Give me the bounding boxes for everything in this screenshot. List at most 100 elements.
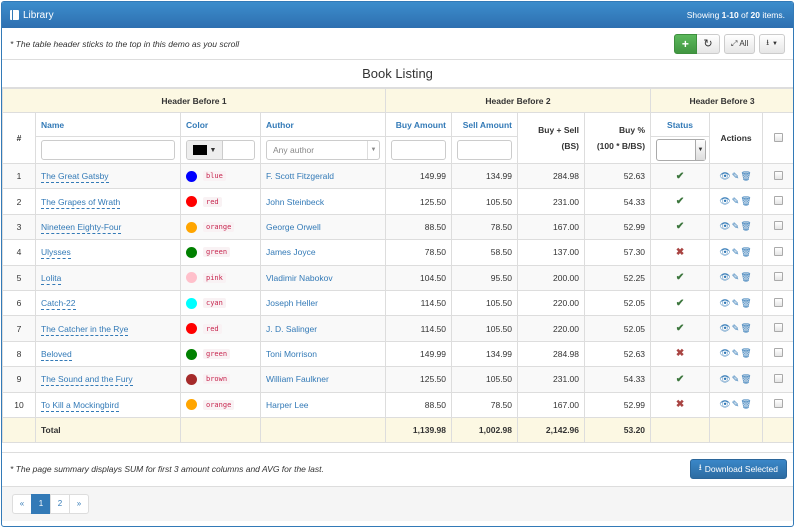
- refresh-button[interactable]: ↻: [696, 33, 720, 54]
- book-name-link[interactable]: Lolita: [41, 272, 62, 285]
- author-link[interactable]: Harper Lee: [266, 400, 309, 410]
- delete-trash-icon[interactable]: 🗑: [740, 399, 752, 409]
- sell-filter-input[interactable]: [457, 140, 513, 160]
- col-sell-amount[interactable]: Sell Amount: [451, 112, 519, 137]
- row-checkbox[interactable]: [773, 246, 783, 256]
- row-checkbox[interactable]: [773, 297, 783, 307]
- row-checkbox[interactable]: [773, 196, 783, 206]
- book-name-link[interactable]: Beloved: [41, 348, 72, 361]
- buy-amount: 149.99: [385, 340, 453, 368]
- download-selected-button[interactable]: ⭳ Download Selected: [689, 459, 787, 480]
- edit-pencil-icon[interactable]: ✎: [732, 171, 741, 181]
- edit-pencil-icon[interactable]: ✎: [732, 348, 741, 358]
- delete-trash-icon[interactable]: 🗑: [740, 298, 752, 308]
- totals-pct: 53.20: [584, 416, 652, 443]
- delete-trash-icon[interactable]: 🗑: [740, 171, 752, 181]
- edit-pencil-icon[interactable]: ✎: [732, 374, 741, 384]
- color-code: orange: [203, 399, 235, 410]
- row-checkbox[interactable]: [773, 348, 783, 358]
- view-eye-icon[interactable]: 👁: [719, 221, 731, 231]
- name-filter-input[interactable]: [41, 140, 175, 160]
- author-link[interactable]: Joseph Heller: [266, 298, 318, 308]
- row-checkbox[interactable]: [773, 221, 783, 231]
- view-eye-icon[interactable]: 👁: [719, 348, 731, 358]
- view-eye-icon[interactable]: 👁: [719, 247, 731, 257]
- author-link[interactable]: George Orwell: [266, 222, 321, 232]
- book-name-link[interactable]: The Grapes of Wrath: [41, 196, 121, 209]
- author-filter-select[interactable]: Any author ▼: [266, 140, 381, 160]
- buy-amount: 88.50: [385, 213, 453, 241]
- col-buy-amount[interactable]: Buy Amount: [385, 112, 453, 137]
- delete-trash-icon[interactable]: 🗑: [740, 247, 752, 257]
- author-link[interactable]: James Joyce: [266, 247, 316, 257]
- author-link[interactable]: F. Scott Fitzgerald: [266, 171, 334, 181]
- edit-pencil-icon[interactable]: ✎: [732, 196, 741, 206]
- edit-pencil-icon[interactable]: ✎: [732, 221, 741, 231]
- create-refresh-group: + ↻: [673, 33, 720, 54]
- view-eye-icon[interactable]: 👁: [719, 374, 731, 384]
- edit-pencil-icon[interactable]: ✎: [732, 323, 741, 333]
- color-text-field[interactable]: [223, 141, 254, 159]
- book-name-link[interactable]: Catch-22: [41, 298, 76, 311]
- delete-trash-icon[interactable]: 🗑: [740, 323, 752, 333]
- delete-trash-icon[interactable]: 🗑: [740, 374, 752, 384]
- totals-num: [2, 416, 36, 443]
- book-icon: [10, 10, 19, 20]
- plus-icon: +: [681, 36, 689, 51]
- delete-trash-icon[interactable]: 🗑: [740, 348, 752, 358]
- edit-pencil-icon[interactable]: ✎: [732, 247, 741, 257]
- page-1[interactable]: 1: [31, 493, 51, 514]
- row-num: 7: [2, 315, 36, 342]
- row-num: 2: [2, 188, 36, 215]
- author-link[interactable]: J. D. Salinger: [266, 324, 317, 334]
- view-eye-icon[interactable]: 👁: [719, 196, 731, 206]
- table-row: 10 To Kill a Mockingbird orange Harper Lee 8…: [2, 391, 793, 418]
- filter-buy-cell: [385, 136, 453, 164]
- author-link[interactable]: John Steinbeck: [266, 197, 324, 207]
- view-eye-icon[interactable]: 👁: [719, 272, 731, 282]
- delete-trash-icon[interactable]: 🗑: [740, 272, 752, 282]
- actions-cell: 👁✎🗑: [709, 239, 764, 266]
- select-all-checkbox[interactable]: [773, 132, 783, 142]
- row-checkbox[interactable]: [773, 272, 783, 282]
- row-checkbox[interactable]: [773, 323, 783, 333]
- book-name-link[interactable]: The Sound and the Fury: [41, 374, 133, 387]
- book-name-link[interactable]: Ulysses: [41, 247, 71, 260]
- export-button[interactable]: ⭳ ▼: [759, 33, 785, 54]
- view-eye-icon[interactable]: 👁: [719, 323, 731, 333]
- color-filter-input[interactable]: ▼: [186, 140, 255, 160]
- buy-filter-input[interactable]: [391, 140, 447, 160]
- color-picker-button[interactable]: ▼: [187, 141, 223, 159]
- book-name-link[interactable]: To Kill a Mockingbird: [41, 399, 119, 412]
- col-name[interactable]: Name: [35, 112, 181, 137]
- view-eye-icon[interactable]: 👁: [719, 298, 731, 308]
- delete-trash-icon[interactable]: 🗑: [740, 221, 752, 231]
- row-checkbox[interactable]: [773, 373, 783, 383]
- author-link[interactable]: Toni Morrison: [266, 349, 317, 359]
- edit-pencil-icon[interactable]: ✎: [732, 298, 741, 308]
- view-eye-icon[interactable]: 👁: [719, 171, 731, 181]
- book-name-link[interactable]: The Catcher in the Rye: [41, 323, 129, 336]
- row-checkbox[interactable]: [773, 399, 783, 409]
- book-name-link[interactable]: Nineteen Eighty-Four: [41, 221, 122, 234]
- buy-percent: 52.63: [584, 340, 652, 368]
- col-status[interactable]: Status: [650, 112, 711, 137]
- edit-pencil-icon[interactable]: ✎: [732, 272, 741, 282]
- row-checkbox[interactable]: [773, 170, 783, 180]
- author-link[interactable]: William Faulkner: [266, 374, 329, 384]
- book-name-link[interactable]: The Great Gatsby: [41, 171, 109, 184]
- col-color[interactable]: Color: [180, 112, 261, 137]
- page-next[interactable]: »: [69, 493, 89, 514]
- author-link[interactable]: Vladimir Nabokov: [266, 273, 333, 283]
- edit-pencil-icon[interactable]: ✎: [732, 399, 741, 409]
- page-prev[interactable]: «: [12, 493, 32, 514]
- delete-trash-icon[interactable]: 🗑: [740, 196, 752, 206]
- header-before-3: Header Before 3: [650, 88, 793, 113]
- toggle-all-button[interactable]: ⤢ All: [723, 33, 756, 54]
- color-cell: red: [180, 315, 261, 342]
- add-button[interactable]: +: [673, 33, 697, 54]
- col-author[interactable]: Author: [259, 112, 387, 137]
- status-filter-select[interactable]: ▼: [656, 139, 707, 161]
- view-eye-icon[interactable]: 👁: [719, 399, 731, 409]
- page-2[interactable]: 2: [50, 493, 70, 514]
